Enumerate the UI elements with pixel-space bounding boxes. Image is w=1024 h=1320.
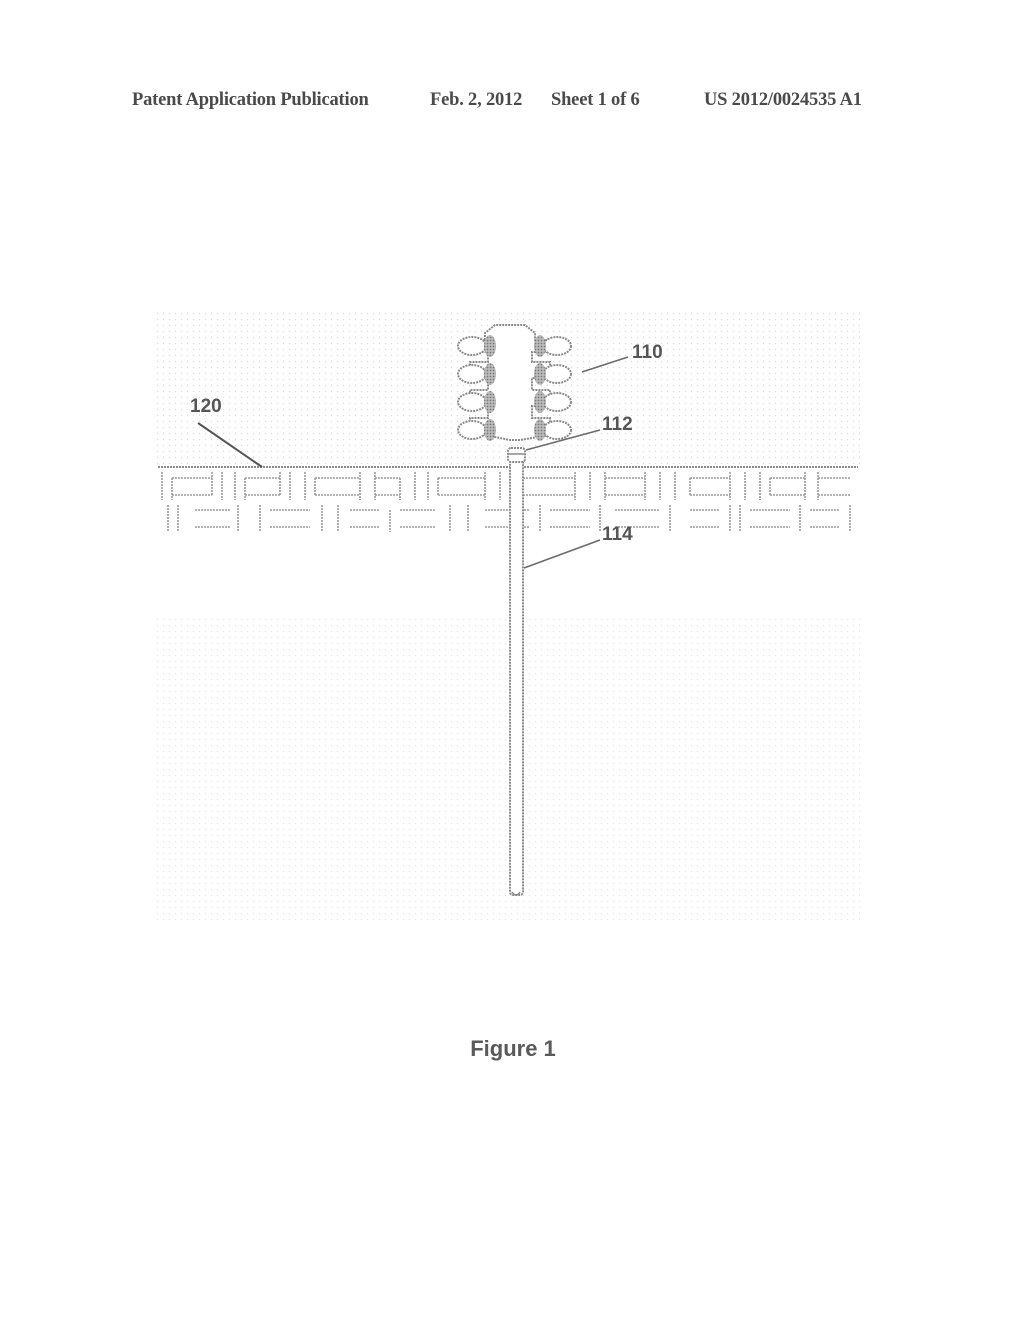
sheet-number: Sheet 1 of 6	[551, 90, 640, 110]
ref-label-112: 112	[602, 414, 633, 435]
ref-label-110: 110	[632, 342, 663, 363]
ref-label-120: 120	[190, 396, 222, 417]
figure-caption: Figure 1	[470, 1036, 556, 1061]
publication-number: US 2012/0024535 A1	[704, 90, 862, 110]
figure-1-drawing: 110 112 114 120	[150, 300, 870, 940]
figure-caption-container: Figure 1	[0, 1036, 1024, 1062]
structure-110	[457, 324, 572, 441]
publication-type: Patent Application Publication	[132, 90, 369, 110]
ref-label-114: 114	[602, 524, 633, 545]
publication-date: Feb. 2, 2012	[430, 90, 523, 110]
leader-line-114	[523, 539, 601, 569]
vertical-pipe	[509, 454, 524, 896]
figure-svg: 110 112 114 120	[155, 310, 860, 920]
pipe-cap	[507, 447, 526, 463]
below-ground-region	[155, 618, 860, 920]
page-header: Patent Application Publication Feb. 2, 2…	[132, 90, 882, 114]
ground-pattern	[161, 472, 851, 532]
